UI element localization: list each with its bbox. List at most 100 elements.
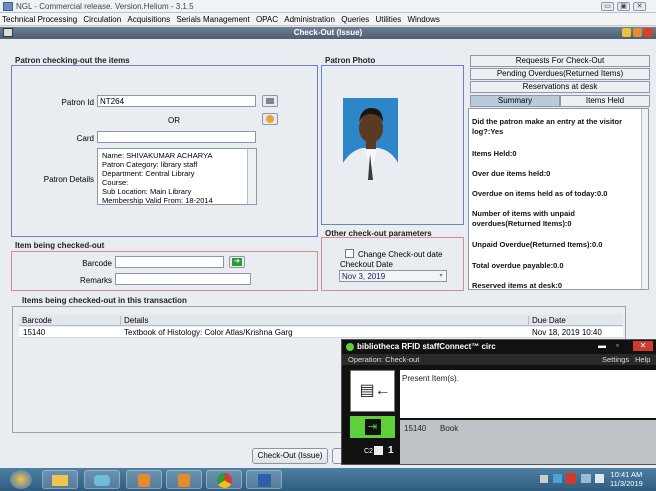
details-scrollbar[interactable] xyxy=(247,149,256,204)
patron-details-line: Course: xyxy=(102,178,129,187)
tray-network-icon[interactable] xyxy=(553,474,562,483)
folder-icon xyxy=(52,475,68,486)
change-date-label: Change Check-out date xyxy=(358,250,443,259)
change-date-checkbox[interactable] xyxy=(345,249,354,258)
menu-queries[interactable]: Queries xyxy=(339,13,371,24)
patron-details-box: Name: SHIVAKUMAR ACHARYA Patron Category… xyxy=(97,148,257,205)
rfid-message-box: Present Item(s). xyxy=(400,370,656,418)
rfid-restore-button[interactable]: ▫ xyxy=(616,341,619,350)
app-icon xyxy=(3,2,13,11)
menu-windows[interactable]: Windows xyxy=(405,13,441,24)
rfid-checkout-icon-box: ▤← xyxy=(350,370,395,412)
rfid-prompt: Present Item(s). xyxy=(402,374,459,383)
rfid-count: 1 xyxy=(388,445,394,456)
menu-opac[interactable]: OPAC xyxy=(254,13,280,24)
summary-unpaid-overdue: Unpaid Overdue(Returned Items):0.0 xyxy=(472,240,603,249)
frame-minimize-button[interactable] xyxy=(622,28,631,37)
word-icon xyxy=(257,474,271,487)
rfid-settings-menu[interactable]: Settings xyxy=(602,355,629,364)
summary-overdue-today: Overdue on items held as of today:0.0 xyxy=(472,189,608,198)
tray-display-icon[interactable] xyxy=(581,474,591,483)
column-header-barcode: Barcode xyxy=(22,316,52,325)
patron-search-button[interactable] xyxy=(262,95,278,107)
frame-maximize-button[interactable] xyxy=(633,28,642,37)
chrome-icon xyxy=(216,473,232,488)
barcode-go-button[interactable]: ➔ xyxy=(229,256,245,268)
window-title: NGL - Commercial release. Version.Helium… xyxy=(16,2,194,11)
menu-serials-management[interactable]: Serials Management xyxy=(174,13,251,24)
start-button[interactable] xyxy=(10,470,32,489)
menu-administration[interactable]: Administration xyxy=(282,13,337,24)
tray-alert-icon[interactable] xyxy=(566,473,576,484)
patron-section-label: Patron checking-out the items xyxy=(15,56,130,65)
column-header-details: Details xyxy=(120,316,148,325)
card-input[interactable] xyxy=(97,131,256,143)
tab-reservations-at-desk[interactable]: Reservations at desk xyxy=(470,81,650,93)
tray-volume-icon[interactable] xyxy=(595,474,604,483)
patron-lookup-button[interactable] xyxy=(262,113,278,125)
person-icon xyxy=(266,115,274,123)
taskbar-explorer[interactable] xyxy=(42,470,78,489)
tab-summary[interactable]: Summary xyxy=(470,95,560,107)
checkout-button[interactable]: Check-Out (Issue) xyxy=(252,448,328,464)
summary-scrollbar[interactable] xyxy=(641,109,648,289)
summary-overdue-items-held: Over due items held:0 xyxy=(472,169,551,178)
window-title-bar: NGL - Commercial release. Version.Helium… xyxy=(0,0,656,13)
minimize-button[interactable]: ▭ xyxy=(601,2,614,11)
patron-id-label: Patron Id xyxy=(61,98,94,107)
menu-technical-processing[interactable]: Technical Processing xyxy=(0,13,79,24)
rfid-item-barcode: 15140 xyxy=(404,424,427,433)
checkout-date-field[interactable]: Nov 3, 2019 xyxy=(339,270,447,282)
taskbar-time: 10:41 AM xyxy=(610,470,643,479)
patron-photo-label: Patron Photo xyxy=(325,56,376,65)
item-section-label: Item being checked-out xyxy=(15,241,105,250)
taskbar-chrome[interactable] xyxy=(206,470,242,489)
close-button[interactable]: ✕ xyxy=(633,2,646,11)
row-barcode: 15140 xyxy=(23,328,46,337)
tab-requests-for-checkout[interactable]: Requests For Check-Out xyxy=(470,55,650,67)
or-label: OR xyxy=(168,116,180,125)
chevron-down-icon[interactable]: ▾ xyxy=(436,271,446,281)
summary-unpaid-items: Number of items with unpaid overdues(Ret… xyxy=(472,209,575,228)
barcode-input[interactable] xyxy=(115,256,224,268)
taskbar-java-app-1[interactable] xyxy=(126,470,162,489)
tray-chevron-icon[interactable] xyxy=(540,475,548,483)
checkout-date-label: Checkout Date xyxy=(340,260,393,269)
rfid-close-button[interactable]: ✕ xyxy=(633,341,653,351)
rfid-minimize-button[interactable]: ▬ xyxy=(598,341,606,350)
taskbar-word[interactable] xyxy=(246,470,282,489)
network-icon xyxy=(94,475,110,486)
taskbar-network[interactable] xyxy=(84,470,120,489)
tab-items-held[interactable]: Items Held xyxy=(560,95,650,107)
menu-utilities[interactable]: Utilities xyxy=(373,13,403,24)
taskbar-date: 11/3/2019 xyxy=(610,479,643,488)
frame-title-bar: Check-Out (Issue) xyxy=(0,27,656,39)
patron-id-input[interactable]: NT264 xyxy=(97,95,256,107)
checkout-date-value: Nov 3, 2019 xyxy=(342,272,386,281)
summary-total-payable: Total overdue payable:0.0 xyxy=(472,261,564,270)
patron-details-line: Sub Location: Main Library xyxy=(102,187,192,196)
maximize-button[interactable]: ▣ xyxy=(617,2,630,11)
patron-details-line: Department: Central Library xyxy=(102,169,195,178)
menu-circulation[interactable]: Circulation xyxy=(81,13,123,24)
frame-close-button[interactable] xyxy=(644,28,653,37)
barcode-label: Barcode xyxy=(82,259,112,268)
rfid-item-list: 15140 Book xyxy=(400,420,656,464)
tab-pending-overdues[interactable]: Pending Overdues(Returned Items) xyxy=(470,68,650,80)
rfid-help-menu[interactable]: Help xyxy=(635,355,650,364)
summary-visitor-log: Did the patron make an entry at the visi… xyxy=(472,117,623,136)
column-header-due-date: Due Date xyxy=(528,316,566,325)
table-header: Barcode Details Due Date xyxy=(19,315,623,326)
menu-acquisitions[interactable]: Acquisitions xyxy=(125,13,172,24)
row-due-date: Nov 18, 2019 10:40 xyxy=(532,328,602,337)
rfid-tag-icon xyxy=(374,446,383,455)
remarks-input[interactable] xyxy=(115,273,251,285)
card-label: Card xyxy=(76,134,94,143)
patron-details-line: Patron Category: library staff xyxy=(102,160,198,169)
taskbar-java-app-2[interactable] xyxy=(166,470,202,489)
table-row[interactable]: 15140 Textbook of Histology: Color Atlas… xyxy=(19,327,623,338)
row-details: Textbook of Histology: Color Atlas/Krish… xyxy=(124,328,293,337)
exit-door-icon: ⇥ xyxy=(364,419,381,435)
taskbar-clock[interactable]: 10:41 AM 11/3/2019 xyxy=(610,470,643,488)
grid-icon xyxy=(266,98,274,104)
